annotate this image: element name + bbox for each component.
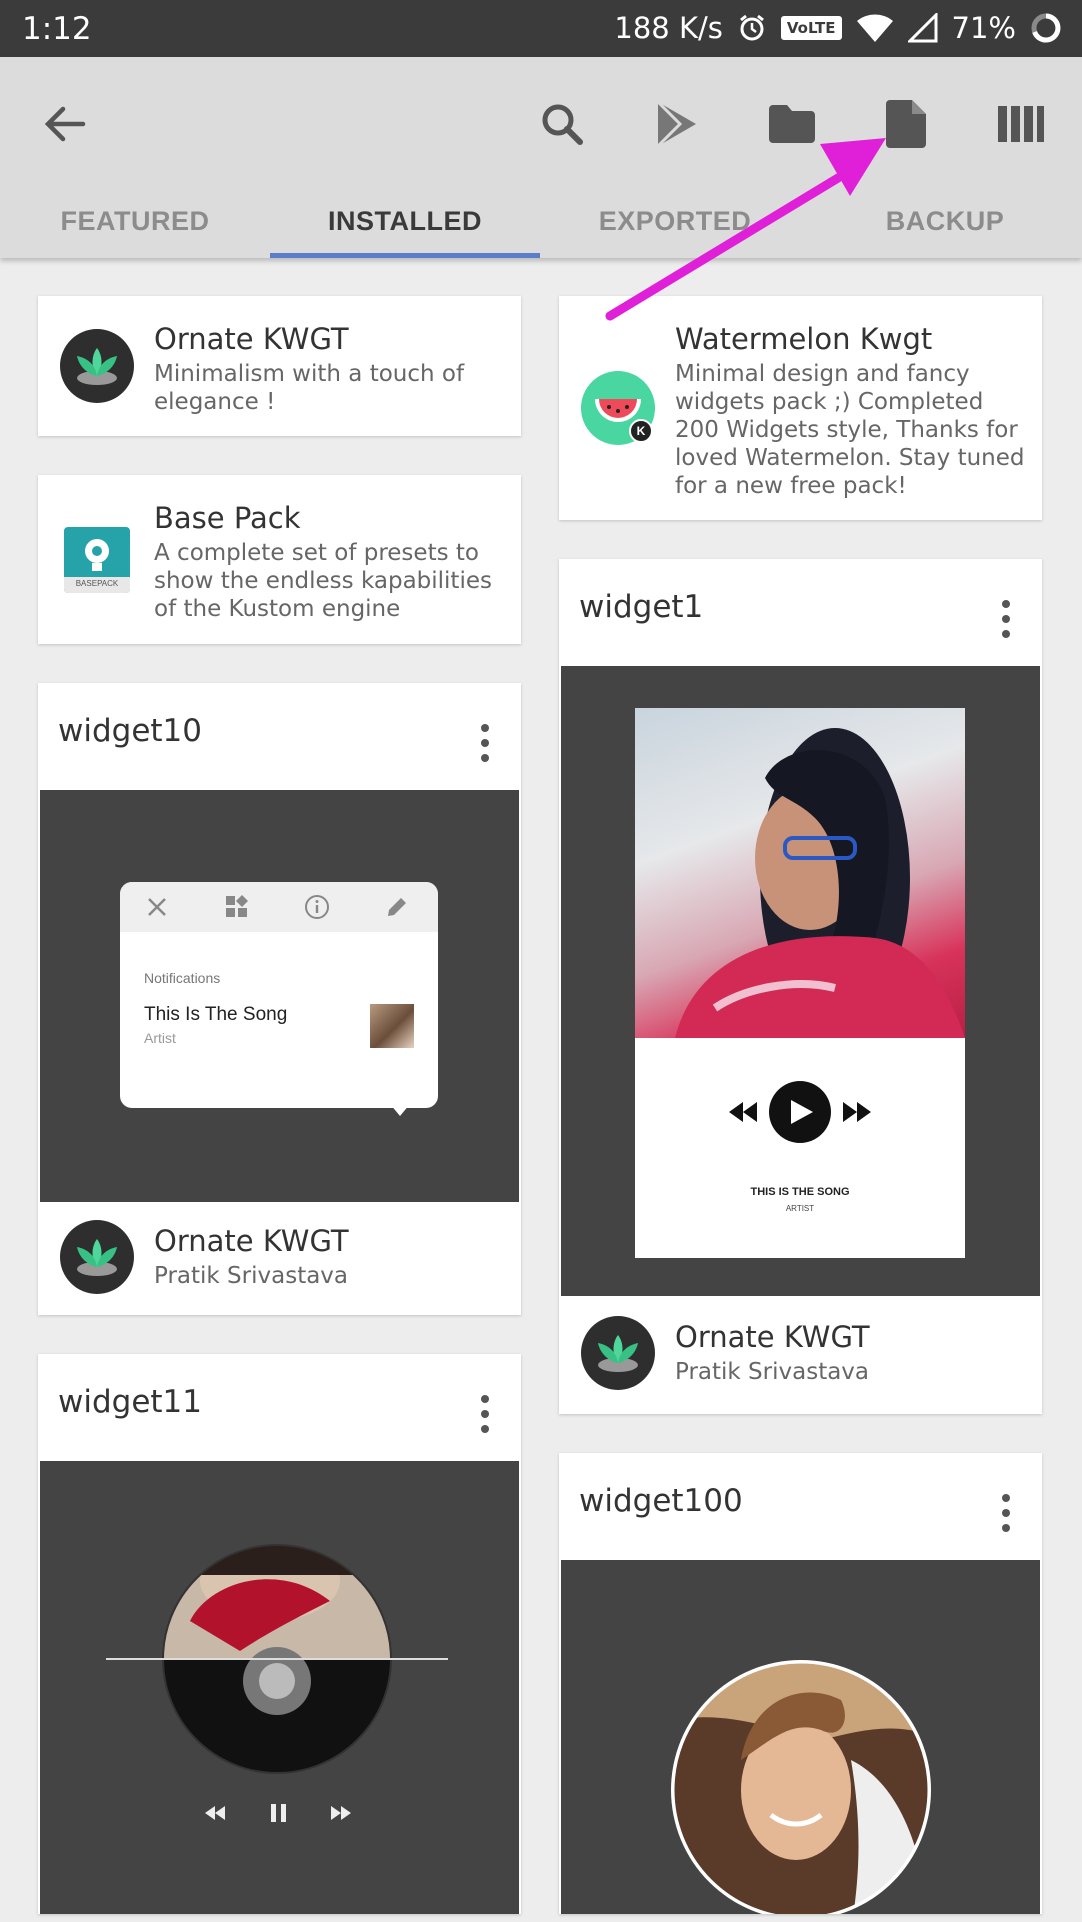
volte-badge: VoLTE	[780, 16, 842, 40]
widgets-icon	[220, 890, 254, 924]
music-widget: THIS IS THE SONG ARTIST	[635, 708, 965, 1258]
back-arrow-icon[interactable]	[30, 89, 100, 159]
pack-card-base[interactable]: BASEPACK Base Pack A complete set of pre…	[38, 475, 521, 644]
tab-featured[interactable]: FEATURED	[0, 185, 270, 258]
widget-card-widget11[interactable]: widget11	[38, 1354, 521, 1914]
pack-title: Ornate KWGT	[154, 322, 349, 356]
file-icon[interactable]	[871, 89, 941, 159]
status-indicators: 188 K/s VoLTE 71%	[614, 8, 1062, 48]
song-title: This Is The Song	[144, 1004, 288, 1025]
more-options-icon[interactable]	[465, 1384, 505, 1444]
wifi-icon	[856, 13, 894, 43]
tab-exported[interactable]: EXPORTED	[540, 185, 810, 258]
basepack-badge: BASEPACK	[75, 579, 119, 588]
tab-bar: FEATURED INSTALLED EXPORTED BACKUP	[0, 185, 1082, 258]
playback-controls	[729, 1081, 871, 1143]
song-artist: ARTIST	[785, 1204, 815, 1213]
widget-preview[interactable]: Notifications This Is The Song Artist	[40, 790, 519, 1202]
notification-popup: Notifications This Is The Song Artist	[120, 882, 438, 1116]
tab-indicator	[270, 253, 540, 258]
status-time: 1:12	[22, 11, 92, 47]
pack-card-watermelon[interactable]: K Watermelon Kwgt Minimal design and fan…	[559, 296, 1042, 520]
widget-title: widget10	[58, 713, 202, 749]
kustom-badge: K	[629, 419, 653, 443]
album-art	[370, 1004, 414, 1048]
album-photo	[635, 708, 965, 1038]
widget-preview[interactable]: THIS IS THE SONG ARTIST	[561, 666, 1040, 1296]
ornate-lotus-icon	[60, 1220, 134, 1294]
widget-author: Pratik Srivastava	[675, 1359, 870, 1385]
ornate-lotus-icon	[581, 1316, 655, 1390]
pack-title: Watermelon Kwgt	[675, 322, 933, 356]
popup-toolbar	[120, 882, 438, 932]
pack-card-ornate[interactable]: Ornate KWGT Minimalism with a touch of e…	[38, 296, 521, 436]
battery-icon	[1030, 12, 1062, 44]
edit-icon	[380, 890, 414, 924]
widget-author: Pratik Srivastava	[154, 1263, 349, 1289]
info-icon	[300, 890, 334, 924]
circular-photo-preview	[671, 1660, 931, 1914]
close-icon	[140, 890, 174, 924]
pack-title: Base Pack	[154, 501, 301, 535]
widget-card-widget10[interactable]: widget10 Notifications This Is The Song …	[38, 683, 521, 1315]
pack-description: Minimal design and fancy widgets pack ;)…	[675, 361, 1025, 499]
network-speed: 188 K/s	[614, 11, 723, 45]
alarm-icon	[737, 13, 767, 43]
vinyl-player-preview	[106, 1544, 448, 1822]
widget-card-widget1[interactable]: widget1 THIS IS THE SONG ARTIST Ornate K…	[559, 559, 1042, 1414]
song-title: THIS IS THE SONG	[750, 1186, 850, 1198]
notifications-label: Notifications	[144, 970, 221, 986]
popup-tail	[390, 1104, 410, 1116]
widget-title: widget11	[58, 1384, 202, 1420]
play-store-icon[interactable]	[642, 89, 712, 159]
ornate-lotus-icon	[60, 329, 134, 403]
more-options-icon[interactable]	[986, 1483, 1026, 1543]
watermelon-icon: K	[581, 371, 655, 445]
pack-description: A complete set of presets to show the en…	[154, 540, 492, 622]
song-artist: Artist	[144, 1030, 176, 1046]
tab-installed[interactable]: INSTALLED	[270, 185, 540, 258]
library-icon[interactable]	[986, 89, 1056, 159]
pack-description: Minimalism with a touch of elegance !	[154, 361, 465, 415]
widget-preview[interactable]	[40, 1461, 519, 1914]
cell-signal-icon	[907, 13, 938, 43]
widget-card-widget100[interactable]: widget100	[559, 1453, 1042, 1914]
status-bar: 1:12 188 K/s VoLTE 71%	[0, 0, 1082, 57]
widget-pack-name: Ornate KWGT	[154, 1224, 349, 1258]
widget-pack-name: Ornate KWGT	[675, 1320, 870, 1354]
widget-preview[interactable]	[561, 1560, 1040, 1914]
basepack-icon: BASEPACK	[64, 527, 130, 593]
more-options-icon[interactable]	[465, 713, 505, 773]
more-options-icon[interactable]	[986, 589, 1026, 649]
battery-percent: 71%	[951, 11, 1016, 45]
search-icon[interactable]	[527, 89, 597, 159]
folder-icon[interactable]	[757, 89, 827, 159]
widget-title: widget100	[579, 1483, 743, 1519]
tab-backup[interactable]: BACKUP	[810, 185, 1080, 258]
app-bar: FEATURED INSTALLED EXPORTED BACKUP	[0, 57, 1082, 258]
widget-title: widget1	[579, 589, 704, 625]
